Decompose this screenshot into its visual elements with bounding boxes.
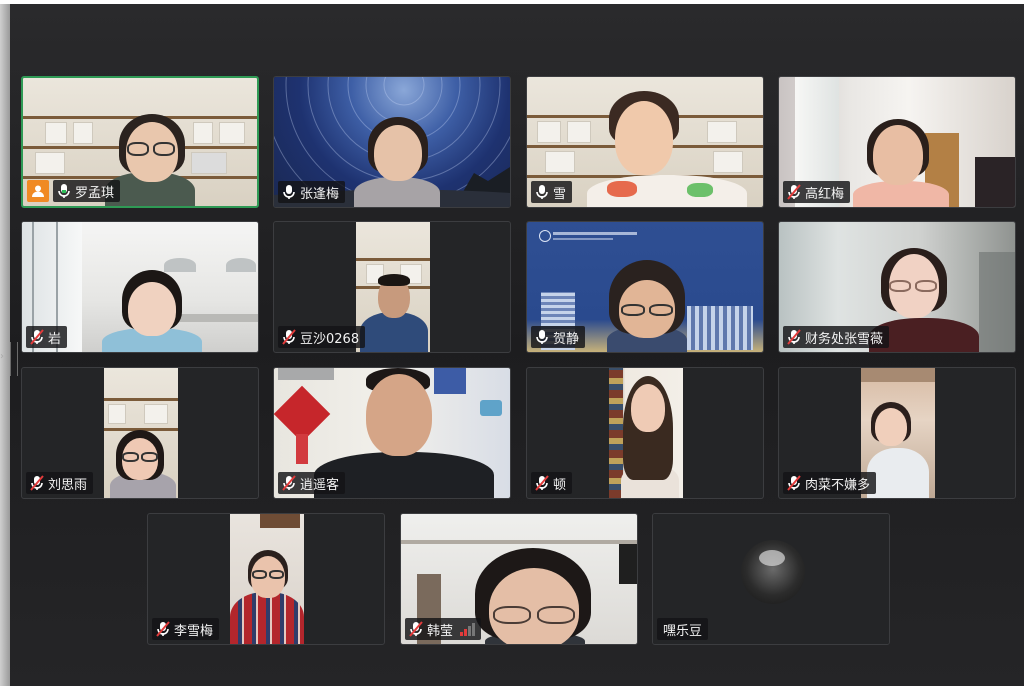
participant-name: 财务处张雪薇 <box>805 331 884 347</box>
participant-label: 韩莹 <box>405 618 482 640</box>
mic-muted-icon <box>30 475 44 491</box>
participant-label: 高红梅 <box>783 181 851 203</box>
participant-name: 肉菜不嫌多 <box>805 477 871 493</box>
participant-name: 刘思雨 <box>48 477 88 493</box>
weak-signal-icon <box>460 622 476 636</box>
video-tile[interactable]: 刘思雨 <box>21 367 259 499</box>
participant-name: 李雪梅 <box>174 623 214 639</box>
participant-name: 逍遥客 <box>300 477 340 493</box>
participant-label: 顿 <box>531 472 573 494</box>
participant-label: 逍遥客 <box>278 472 346 494</box>
mic-muted-icon <box>156 621 170 637</box>
participant-name: 张逢梅 <box>300 186 340 202</box>
participant-video <box>230 514 304 644</box>
video-tile[interactable]: 李雪梅 <box>147 513 385 645</box>
participant-label: 贺静 <box>531 326 586 348</box>
participant-label: 李雪梅 <box>152 618 220 640</box>
participant-label: 罗孟琪 <box>53 180 121 202</box>
side-panel-handle[interactable] <box>10 342 18 376</box>
participant-name: 韩莹 <box>427 623 454 639</box>
mic-muted-icon <box>282 475 296 491</box>
mic-icon <box>536 330 548 344</box>
video-tile[interactable]: 顿 <box>526 367 764 499</box>
participant-label: 刘思雨 <box>26 472 94 494</box>
host-badge <box>27 180 49 202</box>
participant-label: 张逢梅 <box>278 181 346 203</box>
video-tile[interactable]: 韩莹 <box>400 513 638 645</box>
participant-label: 雪 <box>531 181 573 203</box>
participant-label: 岩 <box>26 326 68 348</box>
mic-muted-icon <box>30 329 44 345</box>
avatar <box>741 540 805 604</box>
participant-name: 岩 <box>48 331 62 347</box>
mic-muted-icon <box>282 329 296 345</box>
mic-icon <box>58 184 70 198</box>
participant-label: 财务处张雪薇 <box>783 326 890 348</box>
video-tile[interactable]: 逍遥客 <box>273 367 511 499</box>
mic-muted-icon <box>409 621 423 637</box>
participant-name: 雪 <box>553 186 567 202</box>
user-icon <box>32 185 44 197</box>
participant-label: 嘿乐豆 <box>657 618 709 640</box>
participant-video <box>104 368 178 498</box>
video-tile[interactable]: 雪 <box>526 76 764 208</box>
video-tile[interactable]: 豆沙0268 <box>273 221 511 353</box>
mic-muted-icon <box>787 475 801 491</box>
participant-label: 豆沙0268 <box>278 326 366 348</box>
video-tile[interactable]: 嘿乐豆 <box>652 513 890 645</box>
mic-muted-icon <box>787 184 801 200</box>
participant-name: 顿 <box>553 477 567 493</box>
video-tile[interactable]: 财务处张雪薇 <box>778 221 1016 353</box>
participant-video <box>609 368 683 498</box>
participant-name: 嘿乐豆 <box>663 623 703 639</box>
participant-video <box>356 222 430 352</box>
video-tile[interactable]: 高红梅 <box>778 76 1016 208</box>
mic-muted-icon <box>535 475 549 491</box>
chevron-right-icon[interactable]: › <box>0 352 4 362</box>
mic-icon <box>536 185 548 199</box>
participant-name: 罗孟琪 <box>75 185 115 201</box>
video-tile[interactable]: 罗孟琪 <box>21 76 259 208</box>
video-tile[interactable]: 张逢梅 <box>273 76 511 208</box>
video-tile[interactable]: 贺静 <box>526 221 764 353</box>
mic-muted-icon <box>787 329 801 345</box>
window-edge <box>0 4 10 686</box>
participant-name: 贺静 <box>553 331 580 347</box>
participant-name: 豆沙0268 <box>300 331 360 347</box>
participant-label: 肉菜不嫌多 <box>783 472 877 494</box>
mic-icon <box>283 185 295 199</box>
participant-name: 高红梅 <box>805 186 845 202</box>
video-tile[interactable]: 岩 <box>21 221 259 353</box>
video-tile[interactable]: 肉菜不嫌多 <box>778 367 1016 499</box>
